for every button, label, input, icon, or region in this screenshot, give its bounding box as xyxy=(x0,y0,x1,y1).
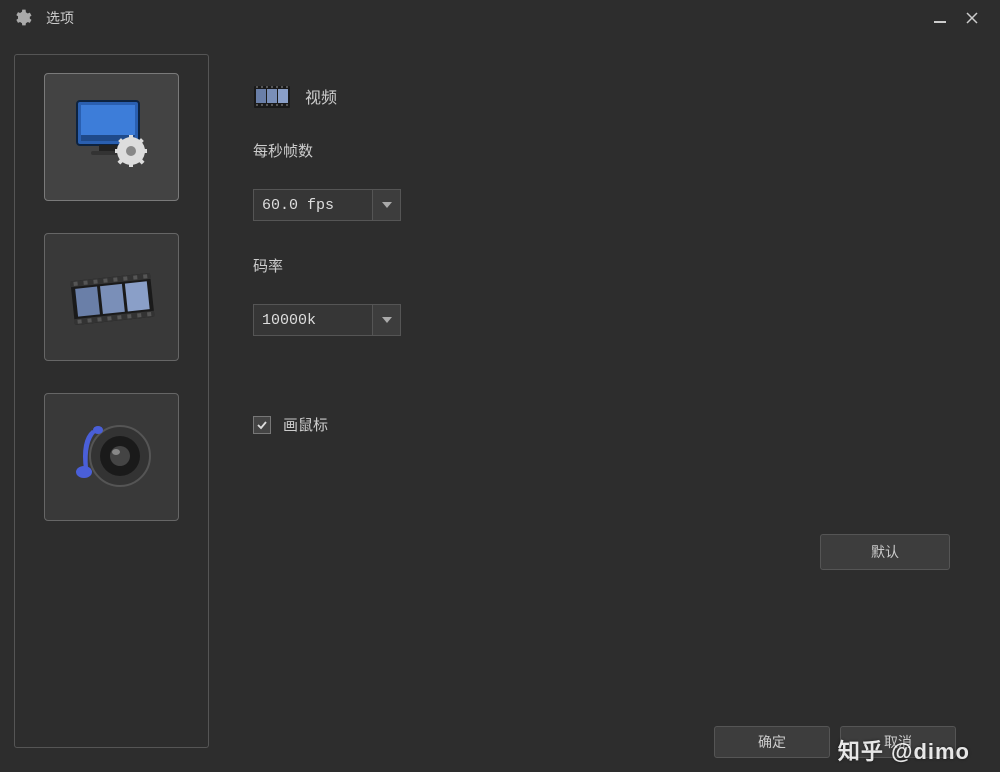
bitrate-input[interactable] xyxy=(254,305,372,335)
close-button[interactable] xyxy=(956,4,988,32)
sidebar-item-general[interactable] xyxy=(44,73,179,201)
titlebar: 选项 xyxy=(0,0,1000,36)
section-title: 视频 xyxy=(305,84,337,108)
fps-input[interactable] xyxy=(254,190,372,220)
gear-icon xyxy=(12,8,32,28)
sidebar xyxy=(14,54,209,748)
bitrate-combo[interactable] xyxy=(253,304,401,336)
video-section-icon xyxy=(253,80,291,112)
draw-mouse-label: 画鼠标 xyxy=(283,414,328,435)
fps-label: 每秒帧数 xyxy=(253,140,956,161)
main-panel: 视频 每秒帧数 码率 画鼠标 默认 确定 取消 xyxy=(209,54,986,772)
fps-dropdown-button[interactable] xyxy=(372,190,400,220)
window-title: 选项 xyxy=(46,8,74,28)
bitrate-dropdown-button[interactable] xyxy=(372,305,400,335)
filmstrip-icon xyxy=(62,255,162,340)
monitor-gear-icon xyxy=(67,91,157,184)
minimize-button[interactable] xyxy=(924,4,956,32)
ok-button[interactable]: 确定 xyxy=(714,726,830,758)
speaker-note-icon xyxy=(62,410,162,505)
default-button[interactable]: 默认 xyxy=(820,534,950,570)
sidebar-item-audio[interactable] xyxy=(44,393,179,521)
bitrate-label: 码率 xyxy=(253,255,956,276)
cancel-button[interactable]: 取消 xyxy=(840,726,956,758)
fps-combo[interactable] xyxy=(253,189,401,221)
draw-mouse-checkbox[interactable] xyxy=(253,416,271,434)
sidebar-item-video[interactable] xyxy=(44,233,179,361)
